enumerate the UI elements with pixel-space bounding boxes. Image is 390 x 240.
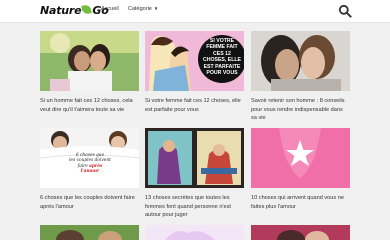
article-title[interactable]: Savoir retenir son homme : 8 conseils po…: [251, 97, 350, 123]
article-thumbnail[interactable]: 6 choses que les couples doivent faire a…: [40, 128, 139, 188]
article-thumbnail[interactable]: [251, 31, 350, 91]
article-title[interactable]: Si votre femme fait ces 12 choses, elle …: [145, 97, 244, 114]
article-card[interactable]: 10 choses qui arrivent quand vous ne fai…: [251, 128, 350, 211]
article-thumbnail[interactable]: [251, 225, 350, 240]
outdoor-image: [40, 225, 139, 240]
logo-text-left: Nature: [40, 4, 82, 17]
article-card[interactable]: SI VOTRE FEMME FAIT CES 12 CHOSES, ELLE …: [145, 31, 244, 114]
thumbnail-caption: SI VOTRE FEMME FAIT CES 12 CHOSES, ELLE …: [202, 38, 242, 77]
article-thumbnail[interactable]: [40, 225, 139, 240]
article-title[interactable]: 13 choses secrètes que toutes les femmes…: [145, 194, 244, 220]
nav-categories-label: Catégorie: [128, 6, 152, 12]
pink-star-image: [251, 128, 350, 188]
article-title[interactable]: Si un homme fait ces 12 choses, cela veu…: [40, 97, 139, 114]
article-card[interactable]: 6 choses que les couples doivent faire a…: [40, 128, 139, 211]
site-header: Nature Go Accueil Catégorie ▼: [0, 0, 390, 23]
search-button[interactable]: [338, 4, 352, 18]
nav-home-link[interactable]: Accueil: [101, 6, 119, 12]
thumbnail-caption: 6 choses que les couples doivent faire a…: [69, 153, 111, 175]
article-thumbnail[interactable]: [145, 225, 244, 240]
illustrated-women-image: [145, 128, 244, 188]
article-title[interactable]: 6 choses que les couples doivent faire a…: [40, 194, 139, 211]
couple-outdoors-image: [40, 31, 139, 91]
article-card[interactable]: Si un homme fait ces 12 choses, cela veu…: [40, 31, 139, 114]
leaf-icon: [81, 4, 93, 15]
article-title[interactable]: 10 choses qui arrivent quand vous ne fai…: [251, 194, 350, 211]
couple-embrace-image: [251, 31, 350, 91]
article-card[interactable]: Savoir retenir son homme : 8 conseils po…: [251, 31, 350, 123]
article-thumbnail[interactable]: SI VOTRE FEMME FAIT CES 12 CHOSES, ELLE …: [145, 31, 244, 91]
article-thumbnail[interactable]: [145, 128, 244, 188]
article-thumbnail[interactable]: [251, 128, 350, 188]
article-thumbnail[interactable]: [40, 31, 139, 91]
search-icon: [338, 4, 352, 18]
illustrated-image: [145, 225, 244, 240]
couple-image: [251, 225, 350, 240]
nav-categories-dropdown[interactable]: Catégorie ▼: [128, 6, 158, 12]
article-card[interactable]: 13 choses secrètes que toutes les femmes…: [145, 128, 244, 220]
caret-down-icon: ▼: [153, 6, 159, 11]
site-logo[interactable]: Nature Go: [40, 3, 109, 19]
